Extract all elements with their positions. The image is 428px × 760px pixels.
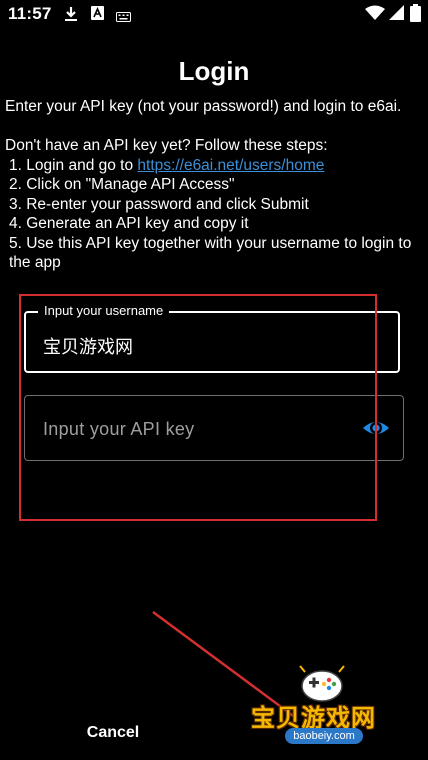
cancel-button[interactable]: Cancel [80,720,146,746]
keyboard-icon [116,9,131,27]
step-4: 4. Generate an API key and copy it [9,215,249,232]
intro-text: Enter your API key (not your password!) … [5,98,402,115]
step-3: 3. Re-enter your password and click Subm… [9,195,309,213]
watermark-domain: baobeiy.com [285,728,363,744]
dialog-body: Enter your API key (not your password!) … [5,97,423,273]
api-key-placeholder: Input your API key [43,419,195,439]
eye-icon[interactable] [361,414,391,442]
gamepad-mascot-icon [299,665,345,702]
step-1: 1. Login and go to https://e6ai.net/user… [5,156,423,176]
username-label: Input your username [38,303,170,319]
download-icon [64,6,78,27]
font-app-icon [91,6,104,25]
watermark: 宝贝游戏网 baobeiy.com [245,662,405,754]
api-key-field[interactable]: Input your API key [24,395,404,461]
battery-icon [410,4,421,27]
username-value[interactable]: 宝贝游戏网 [43,333,133,359]
cellular-icon [389,5,404,26]
step-2: 2. Click on "Manage API Access" [9,176,235,193]
users-home-link[interactable]: https://e6ai.net/users/home [137,157,324,174]
watermark-title: 宝贝游戏网 [251,704,376,732]
step-1-text: 1. Login and go to [9,156,138,174]
status-time: 11:57 [8,4,52,23]
username-field[interactable]: Input your username 宝贝游戏网 [24,303,400,373]
step-5: 5. Use this API key together with your u… [9,234,412,272]
steps-heading: Don't have an API key yet? Follow these … [5,137,328,154]
status-bar: 11:57 [0,0,428,30]
wifi-icon [365,5,385,26]
dialog-title: Login [178,56,250,86]
